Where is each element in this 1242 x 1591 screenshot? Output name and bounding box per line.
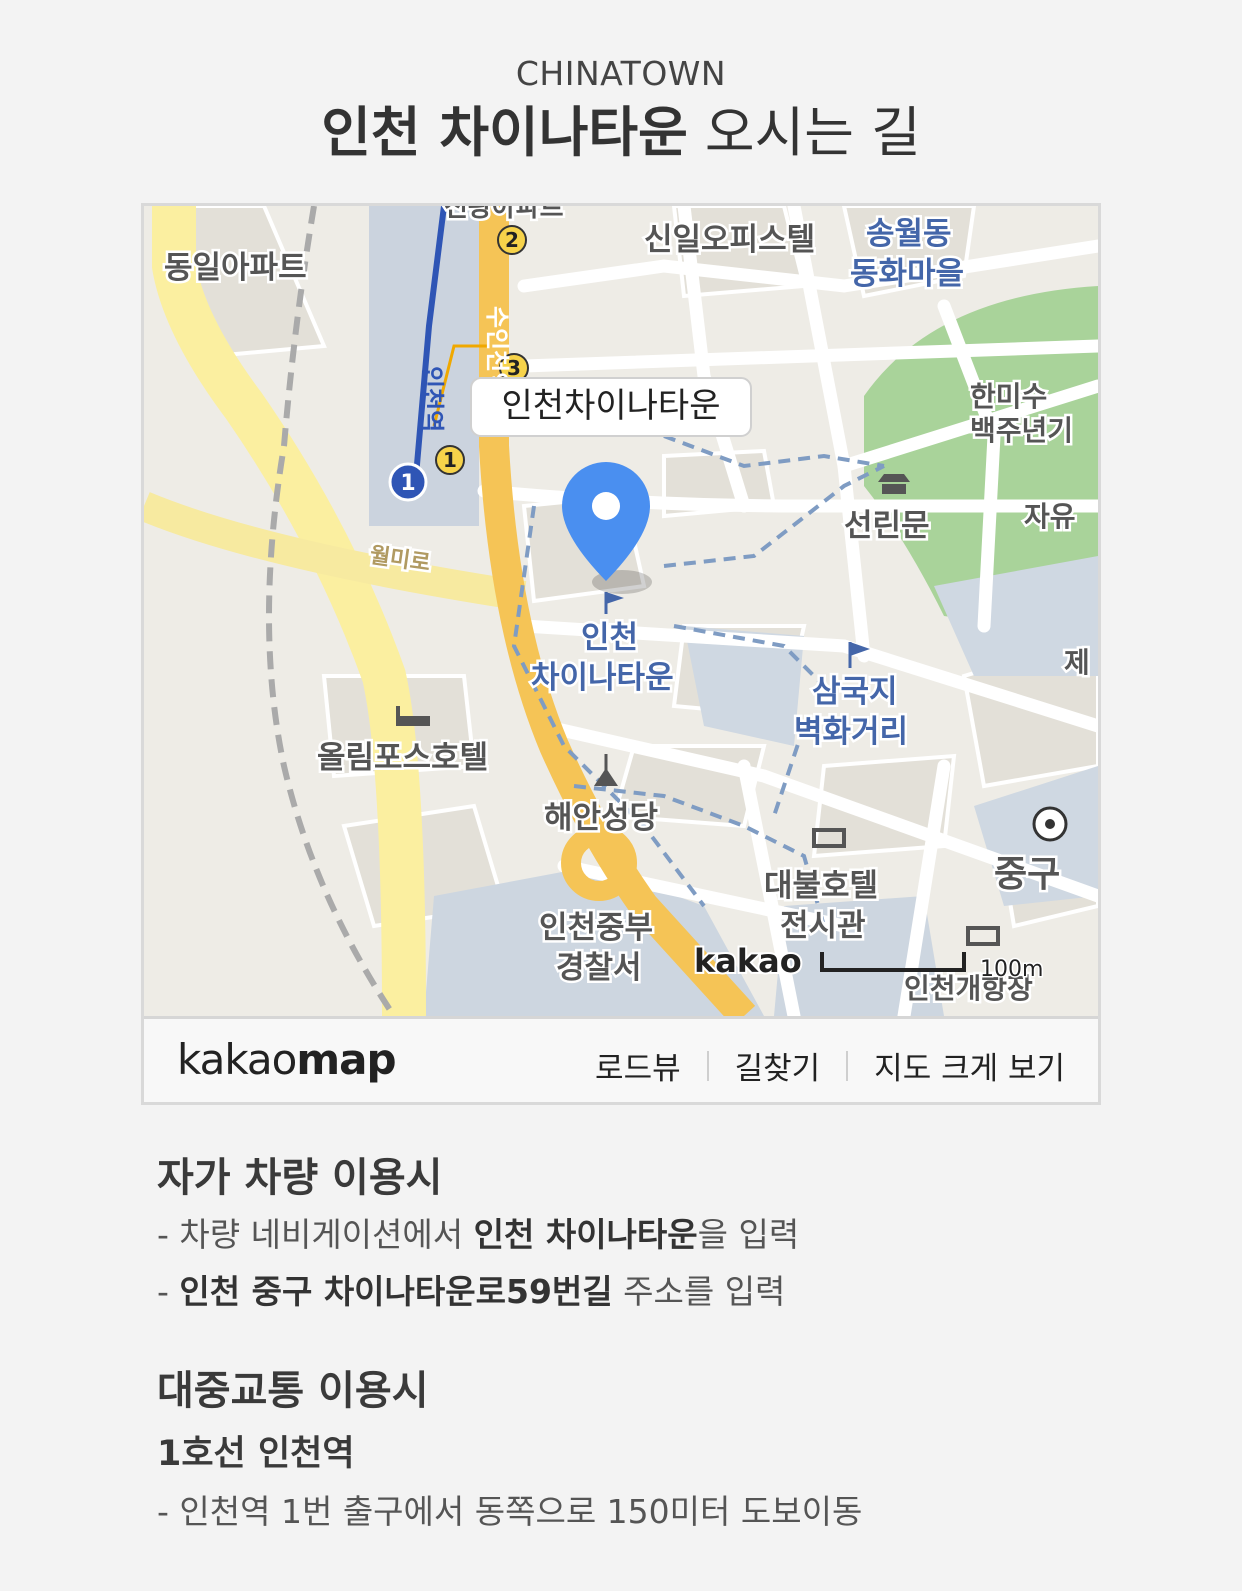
map-footer: kakaomap 로드뷰 길찾기 지도 크게 보기 xyxy=(144,1016,1098,1102)
map-label-samgukji-1: 삼국지 xyxy=(812,674,898,710)
map-label-seonrinmun: 선린문 xyxy=(844,508,930,544)
map-label-top-apt: 신광아파트 xyxy=(444,206,564,223)
map-label-daebul-1: 대불호텔 xyxy=(764,868,878,904)
kakaomap-logo[interactable]: kakaomap xyxy=(177,1035,397,1084)
directions-link[interactable]: 길찾기 xyxy=(735,1043,821,1088)
car-line-2: - 인천 중구 차이나타운로59번길 주소를 입력 xyxy=(157,1263,799,1320)
page-title: 인천 차이나타운 오시는 길 xyxy=(0,98,1242,168)
transit-line-1: - 인천역 1번 출구에서 동쪽으로 150미터 도보이동 xyxy=(157,1492,863,1531)
logo-light: kakao xyxy=(177,1035,297,1084)
car-line-2-prefix: - xyxy=(157,1272,180,1311)
map-label-incheon-station: 인천역 xyxy=(418,366,446,432)
view-large-map-link[interactable]: 지도 크게 보기 xyxy=(874,1043,1065,1088)
map-label-songwol-1: 송월동 xyxy=(866,216,952,252)
map-view[interactable]: 1 2 3 1 인천역 수인천역 동일아파트 신일오피스텔 신광아파트 한미수 … xyxy=(144,206,1098,1016)
car-line-2-bold: 인천 중구 차이나타운로59번길 xyxy=(179,1272,613,1311)
link-divider xyxy=(846,1050,849,1081)
title-rest: 오시는 길 xyxy=(687,101,921,164)
subway-line-badge: 1 xyxy=(400,471,415,496)
car-line-1-prefix: - 차량 네비게이션에서 xyxy=(157,1215,474,1254)
exit-badge-2: 2 xyxy=(505,228,519,252)
map-label-police-2: 경찰서 xyxy=(556,950,642,986)
map-label-daebul-2: 전시관 xyxy=(780,908,866,944)
scale-label: 100m xyxy=(980,957,1043,982)
car-line-2-suffix: 주소를 입력 xyxy=(612,1272,786,1311)
car-section: 자가 차량 이용시 - 차량 네비게이션에서 인천 차이나타운을 입력 - 인천… xyxy=(157,1150,799,1320)
map-label-dongil-apt: 동일아파트 xyxy=(164,250,307,286)
map-label-hanmi-1: 한미수 xyxy=(970,380,1047,413)
district-office-icon xyxy=(1032,806,1068,842)
map-label-jayu: 자유 xyxy=(1024,500,1076,533)
marker-tooltip[interactable]: 인천차이나타운 xyxy=(470,377,752,437)
map-label-samgukji-2: 벽화거리 xyxy=(794,714,908,750)
transit-subtitle: 1호선 인천역 xyxy=(157,1434,355,1474)
page-subtitle: CHINATOWN xyxy=(515,54,727,93)
transit-section: 대중교통 이용시 1호선 인천역 - 인천역 1번 출구에서 동쪽으로 150미… xyxy=(157,1363,862,1540)
map-label-chinatown-1: 인천 xyxy=(581,620,638,656)
map-label-haean: 해안성당 xyxy=(544,800,658,836)
map-label-hanmi-2: 백주년기 xyxy=(970,414,1073,447)
map-label-songwol-2: 동화마을 xyxy=(850,256,964,292)
map-watermark: kakao xyxy=(694,942,802,980)
link-divider xyxy=(706,1050,709,1081)
map-label-sinil-office: 신일오피스텔 xyxy=(644,222,815,258)
car-section-title: 자가 차량 이용시 xyxy=(157,1155,443,1201)
exit-badge-1: 1 xyxy=(443,448,457,472)
page-header: CHINATOWN 인천 차이나타운 오시는 길 xyxy=(0,52,1242,168)
title-bold: 인천 차이나타운 xyxy=(321,101,688,164)
transit-section-title: 대중교통 이용시 xyxy=(157,1368,429,1414)
map-canvas[interactable]: 1 2 3 1 인천역 수인천역 동일아파트 신일오피스텔 신광아파트 한미수 … xyxy=(144,206,1098,1016)
map-label-police-1: 인천중부 xyxy=(539,910,653,946)
marker-label: 인천차이나타운 xyxy=(502,386,721,426)
roadview-link[interactable]: 로드뷰 xyxy=(595,1043,681,1088)
gate-icon xyxy=(878,474,910,494)
map-label-chinatown-2: 차이나타운 xyxy=(531,660,674,696)
map-card: 1 2 3 1 인천역 수인천역 동일아파트 신일오피스텔 신광아파트 한미수 … xyxy=(141,203,1101,1105)
map-label-olympos: 올림포스호텔 xyxy=(317,740,488,776)
car-line-1-suffix: 을 입력 xyxy=(697,1215,800,1254)
car-line-1: - 차량 네비게이션에서 인천 차이나타운을 입력 xyxy=(157,1206,799,1263)
map-label-junggu: 중구 xyxy=(994,854,1060,895)
map-label-je: 제 xyxy=(1064,646,1090,679)
logo-bold: map xyxy=(296,1035,396,1084)
map-links: 로드뷰 길찾기 지도 크게 보기 xyxy=(595,1043,1065,1088)
car-line-1-bold: 인천 차이나타운 xyxy=(473,1215,698,1254)
